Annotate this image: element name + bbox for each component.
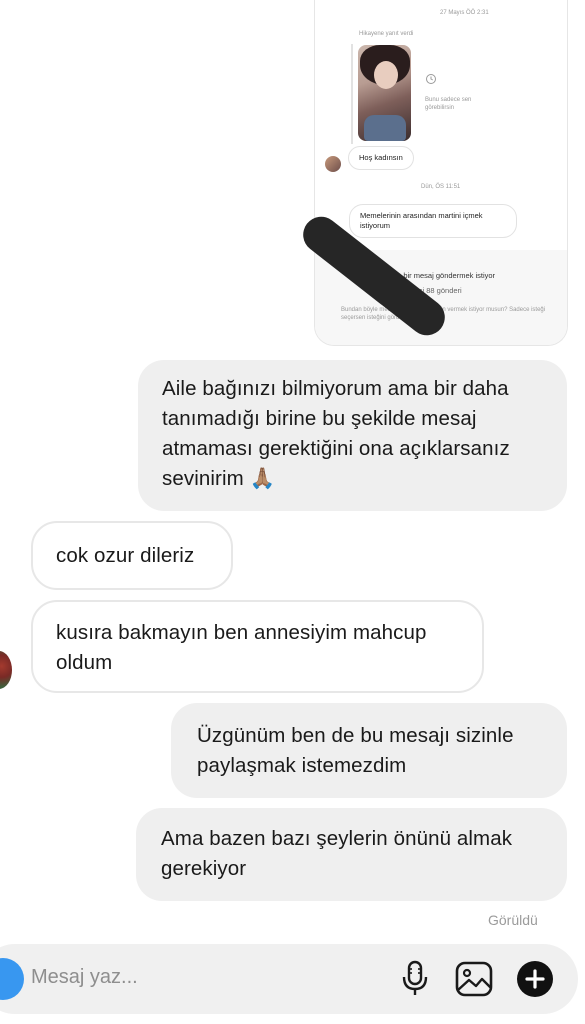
message-bubble-outgoing[interactable]: Ama bazen bazı şeylerin önünü almak gere…: [136, 808, 567, 901]
message-bubble-outgoing[interactable]: Üzgünüm ben de bu mesajı sizinle paylaşm…: [171, 703, 567, 798]
sender-avatar[interactable]: [0, 651, 12, 689]
shared-screenshot[interactable]: 27 Mayıs ÖÖ 2:31 Hikayene yanıt verdi Bu…: [314, 0, 568, 346]
avatar: [325, 156, 341, 172]
plus-icon[interactable]: [516, 960, 554, 998]
message-input[interactable]: Mesaj yaz...: [31, 966, 138, 989]
microphone-icon[interactable]: [399, 960, 431, 998]
story-reply-label: Hikayene yanıt verdi: [359, 31, 414, 37]
timestamp: Dün, ÖS 11:51: [421, 184, 461, 190]
message-text: Üzgünüm ben de bu mesajı sizinle paylaşm…: [197, 724, 514, 777]
history-icon: [426, 74, 436, 84]
story-note: Bunu sadece sen görebilirsin: [425, 97, 472, 111]
gallery-icon[interactable]: [454, 960, 494, 998]
story-thumbnail: [358, 45, 411, 141]
message-text: Aile bağınızı bilmiyorum ama bir daha ta…: [162, 377, 510, 490]
message-bubble: Hoş kadınsın: [348, 146, 414, 170]
message-bubble-incoming[interactable]: kusıra bakmayın ben annesiyim mahcup old…: [31, 600, 484, 693]
message-bubble-outgoing[interactable]: Aile bağınızı bilmiyorum ama bir daha ta…: [138, 360, 567, 511]
message-bubble: Memelerinin arasından martini içmek isti…: [349, 204, 517, 238]
seen-status: Görüldü: [488, 912, 538, 928]
message-text: cok ozur dileriz: [56, 544, 195, 567]
request-footer: Bundan böyle mesaj göndermesine izin ver…: [341, 307, 546, 321]
message-text: kusıra bakmayın ben annesiyim mahcup old…: [56, 621, 427, 674]
message-text: Ama bazen bazı şeylerin önünü almak gere…: [161, 827, 513, 880]
timestamp: 27 Mayıs ÖÖ 2:31: [440, 10, 489, 16]
story-divider: [351, 44, 353, 144]
message-bubble-incoming[interactable]: cok ozur dileriz: [31, 521, 233, 590]
